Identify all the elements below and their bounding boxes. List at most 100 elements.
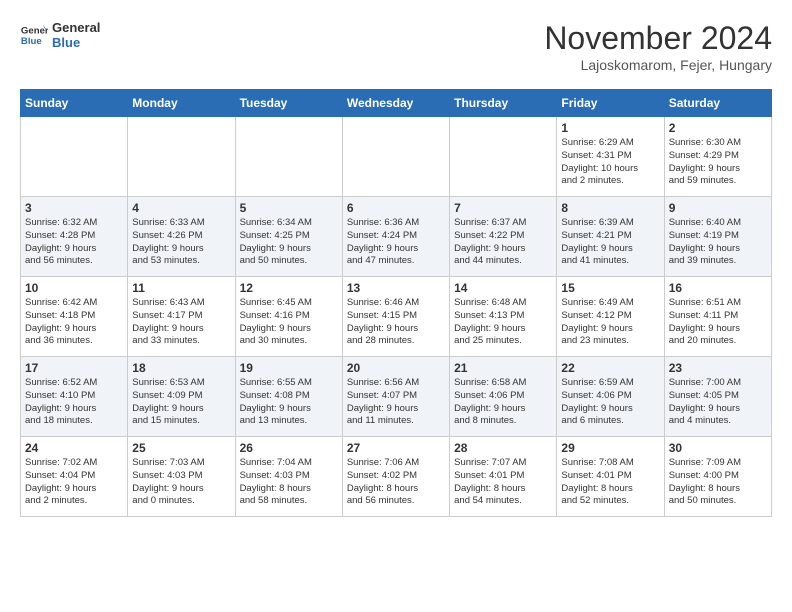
day-info: Sunrise: 6:46 AM Sunset: 4:15 PM Dayligh… (347, 297, 445, 348)
day-number: 27 (347, 441, 445, 455)
day-info: Sunrise: 6:58 AM Sunset: 4:06 PM Dayligh… (454, 377, 552, 428)
day-number: 20 (347, 361, 445, 375)
calendar-cell: 13 Sunrise: 6:46 AM Sunset: 4:15 PM Dayli… (342, 277, 449, 357)
day-info: Sunrise: 6:53 AM Sunset: 4:09 PM Dayligh… (132, 377, 230, 428)
calendar-cell: 12 Sunrise: 6:45 AM Sunset: 4:16 PM Dayli… (235, 277, 342, 357)
day-info: Sunrise: 7:02 AM Sunset: 4:04 PM Dayligh… (25, 457, 123, 508)
day-info: Sunrise: 6:32 AM Sunset: 4:28 PM Dayligh… (25, 217, 123, 268)
day-info: Sunrise: 6:56 AM Sunset: 4:07 PM Dayligh… (347, 377, 445, 428)
day-number: 1 (561, 121, 659, 135)
day-info: Sunrise: 7:00 AM Sunset: 4:05 PM Dayligh… (669, 377, 767, 428)
calendar-cell (21, 117, 128, 197)
day-number: 5 (240, 201, 338, 215)
location-subtitle: Lajoskomarom, Fejer, Hungary (544, 57, 772, 73)
day-info: Sunrise: 6:36 AM Sunset: 4:24 PM Dayligh… (347, 217, 445, 268)
day-info: Sunrise: 7:08 AM Sunset: 4:01 PM Dayligh… (561, 457, 659, 508)
calendar-cell: 22Sunrise: 6:59 AM Sunset: 4:06 PM Dayli… (557, 357, 664, 437)
day-number: 7 (454, 201, 552, 215)
day-number: 29 (561, 441, 659, 455)
calendar-cell: 10 Sunrise: 6:42 AM Sunset: 4:18 PM Dayli… (21, 277, 128, 357)
day-info: Sunrise: 6:40 AM Sunset: 4:19 PM Dayligh… (669, 217, 767, 268)
day-info: Sunrise: 6:59 AM Sunset: 4:06 PM Dayligh… (561, 377, 659, 428)
day-number: 14 (454, 281, 552, 295)
weekday-header: Sunday (21, 90, 128, 117)
day-number: 4 (132, 201, 230, 215)
month-title: November 2024 (544, 20, 772, 57)
calendar-cell: 11 Sunrise: 6:43 AM Sunset: 4:17 PM Dayli… (128, 277, 235, 357)
weekday-header: Wednesday (342, 90, 449, 117)
day-number: 6 (347, 201, 445, 215)
day-info: Sunrise: 6:51 AM Sunset: 4:11 PM Dayligh… (669, 297, 767, 348)
calendar-cell: 2 Sunrise: 6:30 AM Sunset: 4:29 PM Daylig… (664, 117, 771, 197)
calendar-cell: 5 Sunrise: 6:34 AM Sunset: 4:25 PM Daylig… (235, 197, 342, 277)
calendar-cell: 18 Sunrise: 6:53 AM Sunset: 4:09 PM Dayli… (128, 357, 235, 437)
calendar-cell (450, 117, 557, 197)
day-info: Sunrise: 6:55 AM Sunset: 4:08 PM Dayligh… (240, 377, 338, 428)
calendar-cell: 30 Sunrise: 7:09 AM Sunset: 4:00 PM Dayli… (664, 437, 771, 517)
calendar-cell: 4 Sunrise: 6:33 AM Sunset: 4:26 PM Daylig… (128, 197, 235, 277)
calendar-cell: 7 Sunrise: 6:37 AM Sunset: 4:22 PM Daylig… (450, 197, 557, 277)
day-info: Sunrise: 6:49 AM Sunset: 4:12 PM Dayligh… (561, 297, 659, 348)
day-info: Sunrise: 6:33 AM Sunset: 4:26 PM Dayligh… (132, 217, 230, 268)
day-number: 10 (25, 281, 123, 295)
calendar-cell: 25Sunrise: 7:03 AM Sunset: 4:03 PM Dayli… (128, 437, 235, 517)
day-info: Sunrise: 6:34 AM Sunset: 4:25 PM Dayligh… (240, 217, 338, 268)
day-info: Sunrise: 6:37 AM Sunset: 4:22 PM Dayligh… (454, 217, 552, 268)
day-number: 13 (347, 281, 445, 295)
day-number: 26 (240, 441, 338, 455)
day-number: 12 (240, 281, 338, 295)
calendar-cell: 9 Sunrise: 6:40 AM Sunset: 4:19 PM Daylig… (664, 197, 771, 277)
svg-text:General: General (21, 25, 48, 36)
calendar-cell: 27Sunrise: 7:06 AM Sunset: 4:02 PM Dayli… (342, 437, 449, 517)
weekday-header: Thursday (450, 90, 557, 117)
day-number: 9 (669, 201, 767, 215)
weekday-header: Friday (557, 90, 664, 117)
logo: General Blue General Blue (20, 20, 100, 50)
day-number: 17 (25, 361, 123, 375)
day-info: Sunrise: 6:43 AM Sunset: 4:17 PM Dayligh… (132, 297, 230, 348)
calendar-cell: 17Sunrise: 6:52 AM Sunset: 4:10 PM Dayli… (21, 357, 128, 437)
calendar-cell: 15 Sunrise: 6:49 AM Sunset: 4:12 PM Dayli… (557, 277, 664, 357)
day-info: Sunrise: 6:48 AM Sunset: 4:13 PM Dayligh… (454, 297, 552, 348)
day-number: 15 (561, 281, 659, 295)
calendar-cell: 26Sunrise: 7:04 AM Sunset: 4:03 PM Dayli… (235, 437, 342, 517)
day-info: Sunrise: 6:45 AM Sunset: 4:16 PM Dayligh… (240, 297, 338, 348)
day-info: Sunrise: 7:09 AM Sunset: 4:00 PM Dayligh… (669, 457, 767, 508)
day-info: Sunrise: 6:30 AM Sunset: 4:29 PM Dayligh… (669, 137, 767, 188)
day-number: 19 (240, 361, 338, 375)
day-info: Sunrise: 7:07 AM Sunset: 4:01 PM Dayligh… (454, 457, 552, 508)
calendar-cell: 19 Sunrise: 6:55 AM Sunset: 4:08 PM Dayli… (235, 357, 342, 437)
day-info: Sunrise: 6:42 AM Sunset: 4:18 PM Dayligh… (25, 297, 123, 348)
weekday-header: Monday (128, 90, 235, 117)
calendar-week-row: 1 Sunrise: 6:29 AM Sunset: 4:31 PM Daylig… (21, 117, 772, 197)
day-info: Sunrise: 6:29 AM Sunset: 4:31 PM Dayligh… (561, 137, 659, 188)
calendar-week-row: 24 Sunrise: 7:02 AM Sunset: 4:04 PM Dayli… (21, 437, 772, 517)
calendar-cell: 16 Sunrise: 6:51 AM Sunset: 4:11 PM Dayli… (664, 277, 771, 357)
day-number: 18 (132, 361, 230, 375)
calendar-week-row: 17Sunrise: 6:52 AM Sunset: 4:10 PM Dayli… (21, 357, 772, 437)
title-block: November 2024 Lajoskomarom, Fejer, Hunga… (544, 20, 772, 73)
day-info: Sunrise: 7:03 AM Sunset: 4:03 PM Dayligh… (132, 457, 230, 508)
day-number: 11 (132, 281, 230, 295)
day-number: 16 (669, 281, 767, 295)
day-number: 30 (669, 441, 767, 455)
calendar-cell: 1 Sunrise: 6:29 AM Sunset: 4:31 PM Daylig… (557, 117, 664, 197)
logo-line2: Blue (52, 35, 100, 50)
calendar-cell: 29 Sunrise: 7:08 AM Sunset: 4:01 PM Dayli… (557, 437, 664, 517)
calendar-cell (342, 117, 449, 197)
page-header: General Blue General Blue November 2024 … (20, 20, 772, 73)
svg-text:Blue: Blue (21, 36, 42, 47)
calendar-cell: 24 Sunrise: 7:02 AM Sunset: 4:04 PM Dayli… (21, 437, 128, 517)
calendar-cell: 28Sunrise: 7:07 AM Sunset: 4:01 PM Dayli… (450, 437, 557, 517)
day-number: 8 (561, 201, 659, 215)
day-number: 24 (25, 441, 123, 455)
day-number: 2 (669, 121, 767, 135)
weekday-header-row: SundayMondayTuesdayWednesdayThursdayFrid… (21, 90, 772, 117)
calendar-cell (128, 117, 235, 197)
calendar-cell: 20 Sunrise: 6:56 AM Sunset: 4:07 PM Dayli… (342, 357, 449, 437)
calendar-week-row: 3Sunrise: 6:32 AM Sunset: 4:28 PM Daylig… (21, 197, 772, 277)
logo-icon: General Blue (20, 21, 48, 49)
logo-line1: General (52, 20, 100, 35)
day-number: 21 (454, 361, 552, 375)
calendar-cell (235, 117, 342, 197)
